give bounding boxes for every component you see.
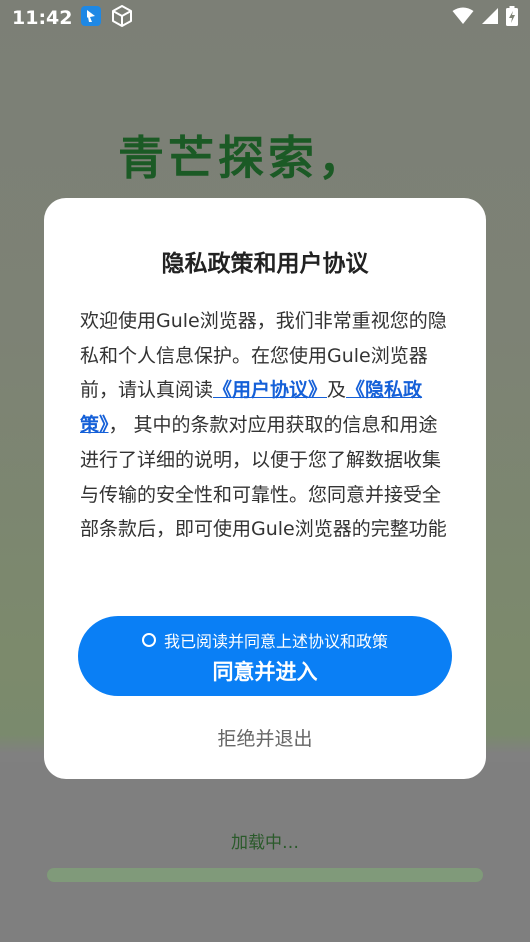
agree-and-enter-button[interactable]: 我已阅读并同意上述协议和政策 同意并进入 <box>78 616 452 696</box>
loading-text: 加载中… <box>231 833 299 853</box>
privacy-dialog: 隐私政策和用户协议 欢迎使用Gule浏览器，我们非常重视您的隐私和个人信息保护。… <box>44 198 486 779</box>
dialog-body: 欢迎使用Gule浏览器，我们非常重视您的隐私和个人信息保护。在您使用Gule浏览… <box>80 304 452 547</box>
reject-and-exit-button[interactable]: 拒绝并退出 <box>44 724 486 751</box>
cellular-signal-icon <box>481 7 499 29</box>
consent-checkbox-row[interactable]: 我已阅读并同意上述协议和政策 <box>78 628 452 652</box>
wifi-icon <box>452 7 474 29</box>
dialog-title: 隐私政策和用户协议 <box>161 251 369 277</box>
loading-progress-fill <box>47 868 483 882</box>
status-time: 11:42 <box>12 7 73 29</box>
splash-slogan: 青芒探索， <box>118 131 368 185</box>
body-text-details: ， 其中的条款对应用获取的信息和用途进行了详细的说明，以便于您了解数据收集与传输… <box>80 414 447 541</box>
body-text-and: 及 <box>327 379 347 402</box>
consent-radio-icon[interactable] <box>141 633 156 647</box>
status-bar: 11:42 <box>0 0 530 36</box>
loading-progress-bar <box>47 868 483 882</box>
agree-button-label: 同意并进入 <box>212 660 318 684</box>
battery-charging-icon <box>506 6 518 30</box>
consent-checkbox-label: 我已阅读并同意上述协议和政策 <box>163 632 388 651</box>
user-agreement-link[interactable]: 《用户协议》 <box>213 379 327 401</box>
cube-icon <box>110 4 134 32</box>
app-notification-icon <box>80 5 102 31</box>
